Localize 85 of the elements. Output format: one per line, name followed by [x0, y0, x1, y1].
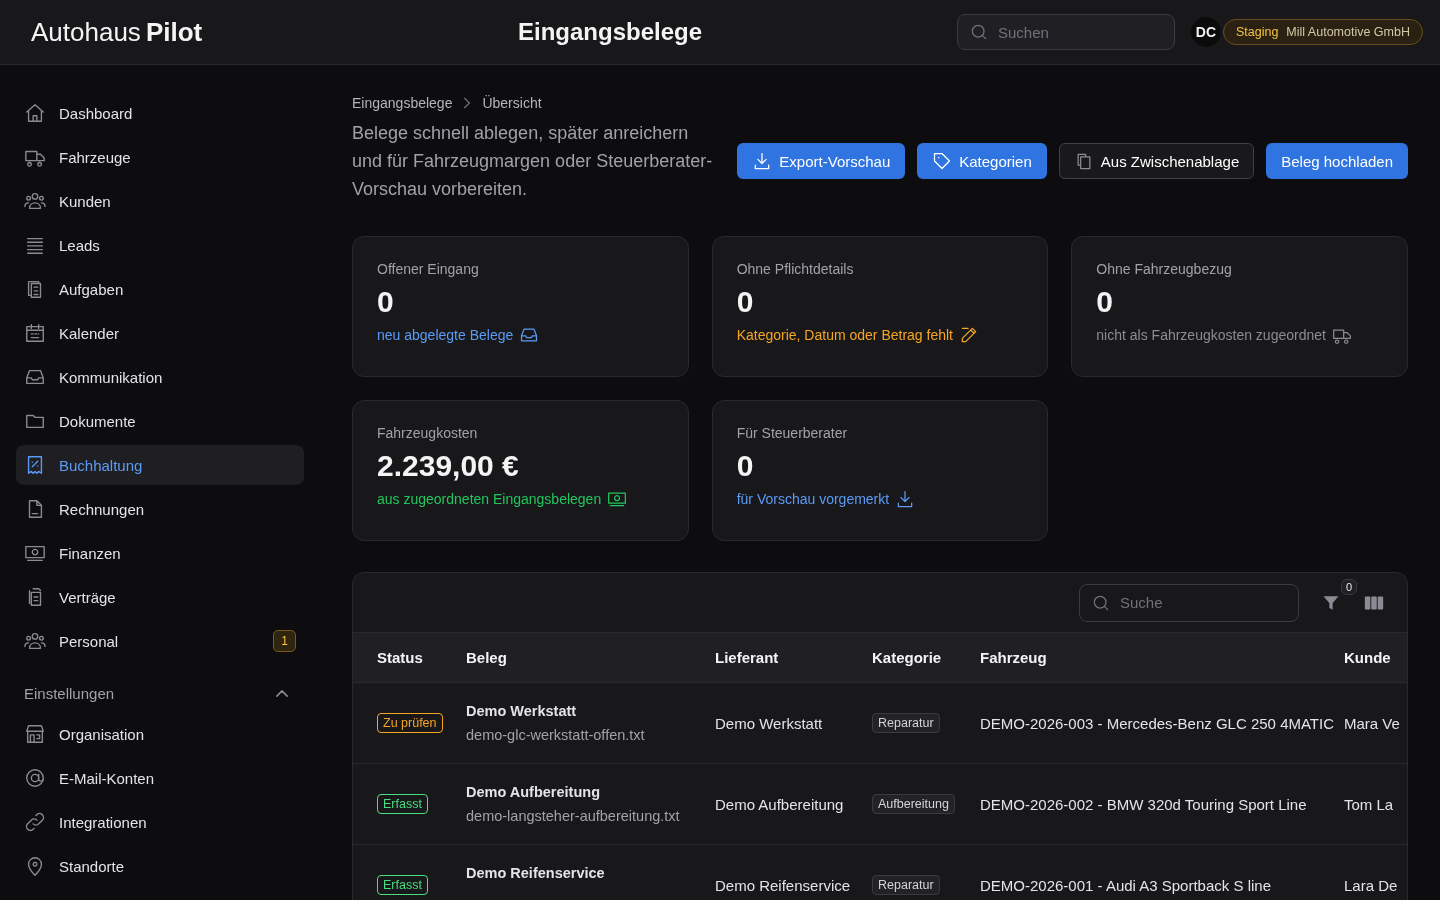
- column-header[interactable]: Status: [377, 649, 466, 666]
- sidebar-item[interactable]: Dokumente: [16, 401, 304, 441]
- sidebar-item[interactable]: Personal 1: [16, 621, 304, 661]
- stat-note: für Vorschau vorgemerkt: [736, 491, 890, 507]
- sidebar-item[interactable]: Kunden: [16, 181, 304, 221]
- sidebar-item[interactable]: Buchhaltung: [16, 445, 304, 485]
- table-cell-text: Demo Aufbereitung: [715, 795, 845, 813]
- stat-label: Ohne Pflichtdetails: [736, 261, 855, 277]
- column-header[interactable]: Beleg: [466, 649, 715, 666]
- sidebar-item[interactable]: Integrationen: [16, 802, 304, 842]
- stat-label: Fahrzeugkosten: [377, 425, 479, 441]
- table-cell-text: DEMO-2026-001 - Audi A3 Sportback S line: [980, 876, 1272, 894]
- stat-note: neu abgelegte Belege: [377, 327, 514, 343]
- chevron-up-icon: [276, 690, 288, 697]
- category-tag: Reparatur: [872, 875, 940, 895]
- count-badge: 1: [273, 630, 296, 652]
- home-icon: [24, 102, 46, 124]
- filter-count: 0: [1340, 578, 1357, 595]
- sidebar-item[interactable]: Standorte: [16, 846, 304, 886]
- tag-icon: [932, 151, 953, 171]
- section-header[interactable]: Einstellungen: [16, 685, 304, 702]
- environment-badge: Staging Mill Automotive GmbH: [1222, 19, 1423, 45]
- sidebar-item[interactable]: Verträge: [16, 577, 304, 617]
- table-cell-text: Lara De: [1344, 876, 1399, 894]
- people-icon: [24, 630, 46, 652]
- sidebar-item[interactable]: Rechnungen: [16, 489, 304, 529]
- column-header[interactable]: Kategorie: [872, 649, 980, 666]
- search-field[interactable]: Suchen: [956, 14, 1175, 50]
- document-title: Demo Aufbereitung: [466, 784, 601, 800]
- table-cell-text: Mara Ve: [1344, 714, 1401, 732]
- stat-label: Offener Eingang: [377, 261, 480, 277]
- sidebar-item[interactable]: Leads: [16, 225, 304, 265]
- link-icon: [24, 811, 46, 833]
- breadcrumb-link[interactable]: Übersicht: [482, 95, 542, 111]
- document-title: Demo Werkstatt: [466, 703, 578, 719]
- table-cell-text: Demo Werkstatt: [715, 714, 824, 732]
- sidebar-item[interactable]: Finanzen: [16, 533, 304, 573]
- stat-note: nicht als Fahrzeugkosten zugeordnet: [1096, 327, 1326, 343]
- page-description: Belege schnell ablegen, später anreichern und für Fahrzeugmargen oder Steuerberater-Vorschau vorbereiten.: [352, 122, 714, 201]
- sidebar-item[interactable]: Kommunikation: [16, 357, 304, 397]
- column-header[interactable]: Lieferant: [715, 649, 872, 666]
- calendar-icon: [24, 322, 46, 344]
- sidebar-item[interactable]: E-Mail-Konten: [16, 758, 304, 798]
- stat-value: 2.239,00 €: [377, 449, 520, 483]
- document-title: Demo Reifenservice: [466, 865, 606, 881]
- user-avatar[interactable]: DC: [1190, 17, 1221, 47]
- status-badge: Zu prüfen: [377, 713, 443, 733]
- sidebar-item[interactable]: Aufgaben: [16, 269, 304, 309]
- search-field[interactable]: Suche: [1079, 583, 1299, 622]
- file-name: demo-langsteher-aufbereitung.txt: [466, 808, 681, 824]
- stat-note: aus zugeordneten Eingangsbelegen: [377, 491, 602, 507]
- table-cell-text: Tom La: [1344, 795, 1395, 813]
- sidebar-item[interactable]: Dashboard: [16, 93, 304, 133]
- stat-value: 0: [736, 285, 755, 319]
- column-header[interactable]: Kunde: [1344, 649, 1407, 666]
- stat-value: 0: [1096, 285, 1114, 319]
- people-icon: [24, 190, 46, 212]
- sidebar-item[interactable]: Organisation: [16, 714, 304, 754]
- stat-value: 0: [377, 285, 395, 319]
- page-title: Eingangsbelege: [518, 18, 703, 46]
- stat-value: 0: [736, 449, 755, 483]
- sidebar-item[interactable]: Fahrzeuge: [16, 137, 304, 177]
- logo: Autohaus Pilot: [31, 16, 204, 48]
- action-button[interactable]: Beleg hochladen: [1266, 143, 1408, 179]
- chevron-right-icon: [464, 96, 471, 110]
- stat-label: Ohne Fahrzeugbezug: [1096, 261, 1233, 277]
- breadcrumb-link[interactable]: Eingangsbelege: [352, 95, 453, 111]
- category-tag: Reparatur: [872, 713, 940, 733]
- table-cell-text: DEMO-2026-002 - BMW 320d Touring Sport Line: [980, 795, 1308, 813]
- file-name: demo-glc-werkstatt-offen.txt: [466, 727, 646, 743]
- action-button[interactable]: Aus Zwischenablage: [1058, 143, 1255, 179]
- sidebar-item[interactable]: Kalender: [16, 313, 304, 353]
- stat-note: Kategorie, Datum oder Betrag fehlt: [736, 327, 953, 343]
- category-tag: Aufbereitung: [872, 794, 955, 814]
- building-icon: [24, 723, 46, 745]
- column-header[interactable]: Fahrzeug: [980, 649, 1344, 666]
- action-button[interactable]: Export-Vorschau: [737, 143, 906, 179]
- status-badge: Erfasst: [377, 875, 428, 895]
- at-icon: [24, 767, 46, 789]
- stat-label: Für Steuerberater: [736, 425, 849, 441]
- table-cell-text: DEMO-2026-003 - Mercedes-Benz GLC 250 4MATIC: [980, 714, 1336, 732]
- status-badge: Erfasst: [377, 794, 428, 814]
- edit-icon: [959, 325, 979, 345]
- action-button[interactable]: Kategorien: [917, 143, 1047, 179]
- table-cell-text: Demo Reifenservice: [715, 876, 852, 894]
